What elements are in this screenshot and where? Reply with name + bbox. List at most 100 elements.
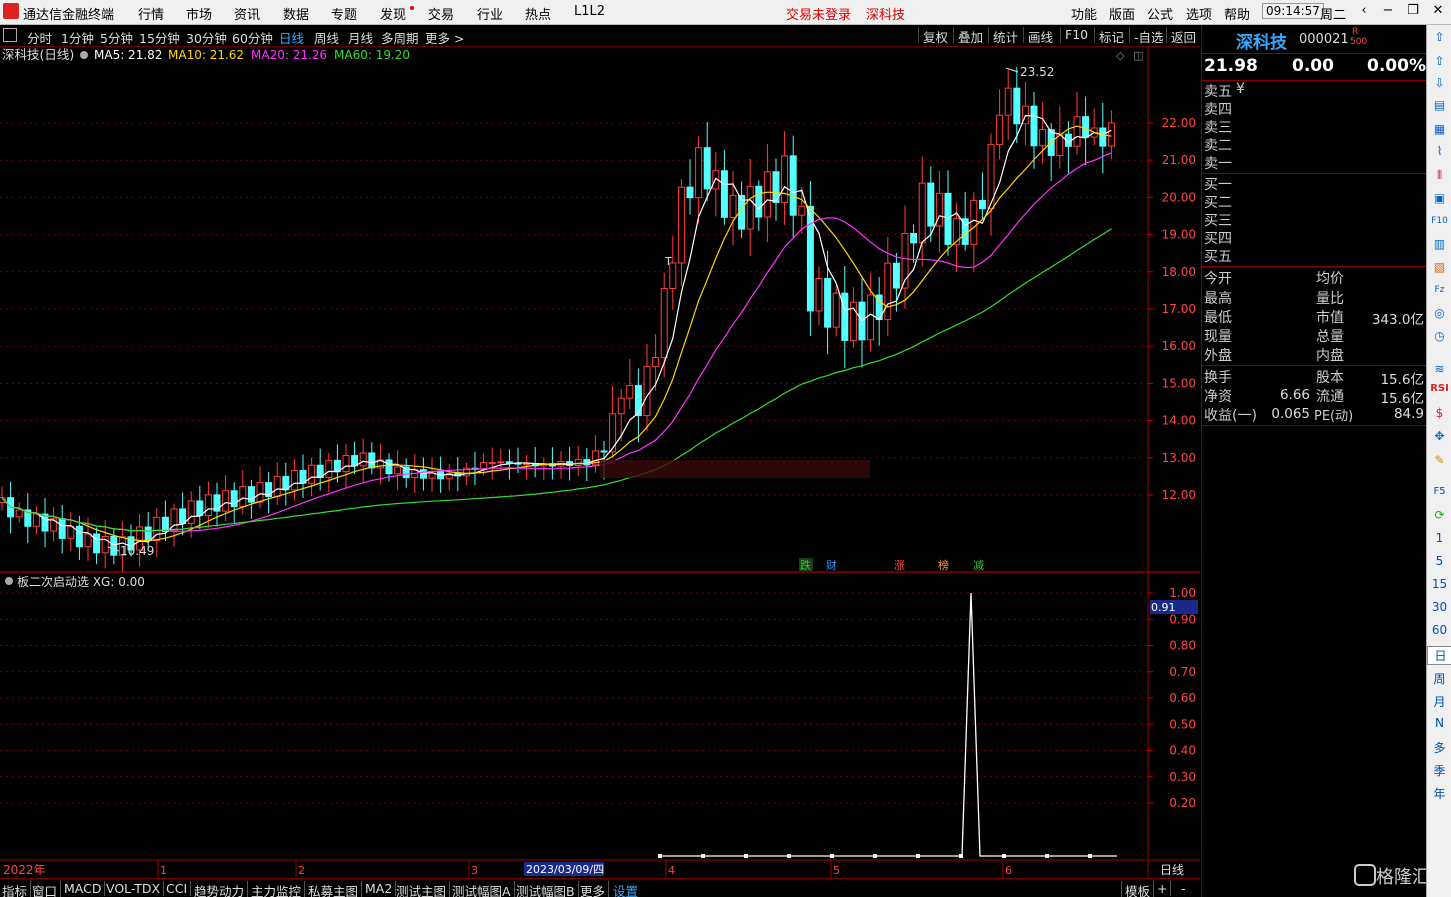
event-marker-finance[interactable]: 财 [826, 558, 837, 572]
minimize-icon[interactable]: − [1377, 3, 1399, 21]
kline-chart[interactable]: 22.0021.0020.0019.0018.0017.0016.0015.00… [0, 46, 1200, 878]
tf-30-button[interactable]: 30 [1427, 600, 1451, 614]
clock-icon[interactable]: ◷ [1431, 328, 1448, 344]
report-icon[interactable]: ▤ [1431, 97, 1448, 113]
f10-icon[interactable]: F10 [1431, 213, 1448, 229]
period-tab-more[interactable]: 更多 > [425, 28, 464, 47]
period-tab-60min[interactable]: 60分钟 [232, 28, 273, 47]
tab-macd[interactable]: MACD [64, 881, 106, 896]
document-icon[interactable]: ▥ [1431, 236, 1448, 252]
menu-item-discover[interactable]: 发现 [380, 4, 406, 23]
refresh-icon[interactable]: ⟳ [1431, 507, 1448, 523]
mark-button[interactable]: 标记 [1094, 27, 1128, 45]
chart-settings-icon[interactable] [80, 51, 88, 59]
arrow-up-icon[interactable]: ⇧ [1431, 29, 1448, 45]
zoom-out-button[interactable]: - [1181, 881, 1189, 896]
draw-line-button[interactable]: 画线 [1023, 27, 1057, 45]
f10-button[interactable]: F10 [1060, 27, 1092, 43]
tab-indicator[interactable]: 指标 [2, 881, 32, 897]
tf-month-button[interactable]: 月 [1427, 693, 1451, 710]
period-tab-5min[interactable]: 5分钟 [100, 28, 133, 47]
kline-icon[interactable]: ⫴ [1431, 167, 1448, 183]
tab-more[interactable]: 更多 [580, 881, 610, 897]
money-icon[interactable]: $ [1431, 405, 1448, 421]
layout-toggle-icon[interactable] [3, 28, 17, 42]
tab-test-sub-a[interactable]: 测试幅图A [452, 881, 515, 897]
tab-cci[interactable]: CCI [166, 881, 192, 896]
wave-icon[interactable]: ≋ [1431, 361, 1448, 377]
tab-vol-tdx[interactable]: VOL-TDX [106, 881, 165, 896]
event-marker-rise[interactable]: 涨 [894, 559, 905, 572]
stats-button[interactable]: 统计 [988, 27, 1022, 45]
event-marker-list[interactable]: 榜 [938, 558, 949, 572]
rsi-button[interactable]: RSI [1427, 383, 1451, 394]
arrow-up-outline-icon[interactable]: ⇧ [1431, 53, 1448, 69]
tf-n-button[interactable]: N [1427, 716, 1451, 730]
zoom-in-button[interactable]: + [1157, 881, 1172, 896]
menu-item-industry[interactable]: 行业 [477, 4, 503, 23]
tf-day-button[interactable]: 日 [1427, 646, 1451, 665]
indicator-settings-icon[interactable] [5, 577, 13, 585]
back-icon[interactable]: ‹ [1353, 3, 1375, 21]
tab-window[interactable]: 窗口 [32, 881, 62, 897]
tab-test-sub-b[interactable]: 测试幅图B [516, 881, 579, 897]
menu-item-data[interactable]: 数据 [283, 4, 309, 23]
tab-main-monitor[interactable]: 主力监控 [251, 881, 306, 897]
period-tab-daily[interactable]: 日线 [279, 28, 304, 47]
move-icon[interactable]: ✥ [1431, 428, 1448, 444]
tab-private-main[interactable]: 私募主图 [308, 881, 363, 897]
remove-watchlist-button[interactable]: -自选 [1129, 27, 1168, 45]
tab-settings[interactable]: 设置 [613, 881, 641, 897]
period-tab-30min[interactable]: 30分钟 [186, 28, 227, 47]
tf-quarter-button[interactable]: 季 [1427, 762, 1451, 779]
menu-item-function[interactable]: 功能 [1071, 4, 1097, 23]
menu-item-layout[interactable]: 版面 [1109, 4, 1135, 23]
adjust-button[interactable]: 复权 [918, 27, 952, 45]
window-icon[interactable]: ▣ [1431, 190, 1448, 206]
tab-ma2[interactable]: MA2 [365, 881, 397, 896]
window-toggle-icon[interactable]: ◫ [1133, 49, 1143, 62]
period-tab-weekly[interactable]: 周线 [314, 28, 339, 47]
f5-button[interactable]: F5 [1427, 486, 1451, 497]
menu-item-help[interactable]: 帮助 [1224, 4, 1250, 23]
line-chart-icon[interactable]: ⌇ [1431, 143, 1448, 159]
period-tab-1min[interactable]: 1分钟 [61, 28, 94, 47]
tf-week-button[interactable]: 周 [1427, 670, 1451, 687]
fz-icon[interactable]: Fz [1431, 282, 1448, 298]
news-icon[interactable]: ▧ [1431, 259, 1448, 275]
pen-icon[interactable]: ✎ [1431, 452, 1448, 468]
menu-item-options[interactable]: 选项 [1186, 4, 1212, 23]
period-tab-monthly[interactable]: 月线 [348, 28, 373, 47]
tf-5-button[interactable]: 5 [1427, 554, 1451, 568]
menu-item-quotes[interactable]: 行情 [138, 4, 164, 23]
arrow-down-outline-icon[interactable]: ⇩ [1431, 75, 1448, 91]
template-button[interactable]: 模板 [1121, 881, 1155, 897]
period-tab-intraday[interactable]: 分时 [27, 28, 52, 47]
tab-trend-power[interactable]: 趋势动力 [194, 881, 249, 897]
menu-item-news[interactable]: 资讯 [234, 4, 260, 23]
menu-item-market[interactable]: 市场 [186, 4, 212, 23]
event-marker-reduce[interactable]: 减 [973, 559, 984, 572]
menu-item-topics[interactable]: 专题 [331, 4, 357, 23]
overlay-button[interactable]: 叠加 [953, 27, 987, 45]
period-tab-multi[interactable]: 多周期 [381, 28, 419, 47]
tf-60-button[interactable]: 60 [1427, 623, 1451, 637]
return-button[interactable]: 返回 [1166, 27, 1200, 45]
menu-item-l1l2[interactable]: L1L2 [574, 4, 605, 19]
tf-15-button[interactable]: 15 [1427, 577, 1451, 591]
table-icon[interactable]: ▦ [1431, 121, 1448, 137]
tab-test-main[interactable]: 测试主图 [396, 881, 451, 897]
event-marker-fall[interactable]: 跌 [800, 558, 811, 572]
login-status[interactable]: 交易未登录 [786, 4, 851, 23]
menu-item-hot[interactable]: 热点 [525, 4, 551, 23]
menu-item-formula[interactable]: 公式 [1147, 4, 1173, 23]
close-icon[interactable]: ✕ [1427, 3, 1449, 21]
restore-icon[interactable]: ❐ [1402, 3, 1424, 21]
tf-1-button[interactable]: 1 [1427, 531, 1451, 545]
diamond-icon[interactable]: ◇ [1116, 49, 1125, 62]
tf-multi-button[interactable]: 多 [1427, 739, 1451, 756]
compass-icon[interactable]: ◎ [1431, 305, 1448, 321]
period-tab-15min[interactable]: 15分钟 [139, 28, 180, 47]
menu-item-trade[interactable]: 交易 [428, 4, 454, 23]
tf-year-button[interactable]: 年 [1427, 785, 1451, 802]
